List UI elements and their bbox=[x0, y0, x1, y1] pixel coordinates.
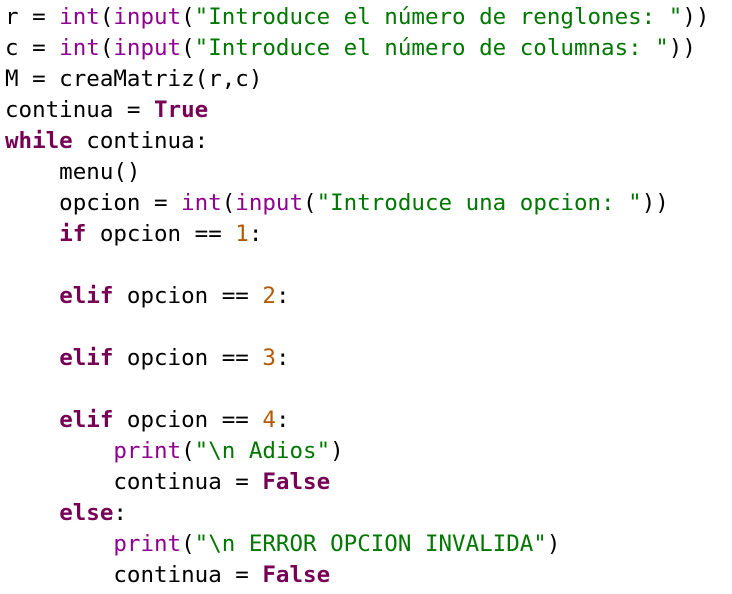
code-text-token: ) bbox=[330, 438, 344, 464]
code-text-token: ( bbox=[221, 190, 236, 216]
number-literal-token: 2 bbox=[262, 283, 276, 309]
code-editor[interactable]: r = int(input("Introduce el número de re… bbox=[0, 0, 732, 594]
number-literal-token: 1 bbox=[235, 221, 249, 247]
code-line: opcion = int(input("Introduce una opcion… bbox=[5, 188, 732, 219]
keyword-token: False bbox=[262, 562, 331, 588]
code-text-token: : bbox=[113, 500, 127, 526]
code-text-token: ( bbox=[181, 531, 195, 557]
code-line: continua = False bbox=[5, 467, 732, 498]
code-text-token: continua = bbox=[5, 97, 155, 123]
code-text-token: continua = bbox=[5, 469, 263, 495]
builtin-token: print bbox=[113, 531, 182, 557]
number-literal-token: 3 bbox=[262, 345, 276, 371]
code-text-token: M = creaMatriz(r,c) bbox=[5, 66, 263, 92]
code-text-token: ( bbox=[303, 190, 317, 216]
builtin-token: input bbox=[235, 190, 304, 216]
code-text-token: ( bbox=[181, 4, 195, 30]
keyword-token: elif bbox=[59, 283, 114, 309]
code-text-token: ( bbox=[99, 35, 114, 61]
code-line: while continua: bbox=[5, 126, 732, 157]
code-text-token: ( bbox=[99, 4, 114, 30]
code-text-token: ( bbox=[181, 35, 195, 61]
builtin-token: int bbox=[59, 35, 100, 61]
code-line: continua = False bbox=[5, 560, 732, 591]
code-text-token: ( bbox=[181, 438, 195, 464]
code-text-token: opcion == bbox=[113, 407, 263, 433]
string-literal-token: "\n ERROR OPCION INVALIDA" bbox=[194, 531, 547, 557]
code-text-token: opcion = bbox=[5, 190, 182, 216]
string-literal-token: "\n Adios" bbox=[194, 438, 331, 464]
code-line: M = creaMatriz(r,c) bbox=[5, 64, 732, 95]
builtin-token: input bbox=[113, 35, 182, 61]
code-text-token: : bbox=[275, 345, 290, 371]
code-text-token: menu() bbox=[5, 159, 141, 185]
string-literal-token: "Introduce una opcion: " bbox=[316, 190, 642, 216]
string-literal-token: "Introduce el número de renglones: " bbox=[194, 4, 683, 30]
code-text-token: )) bbox=[641, 190, 669, 216]
keyword-token: elif bbox=[59, 345, 114, 371]
code-line: menu() bbox=[5, 157, 732, 188]
code-text-token: : bbox=[275, 283, 290, 309]
code-text-token: opcion == bbox=[86, 221, 236, 247]
code-text-token: )) bbox=[668, 35, 696, 61]
code-line: elif opcion == 2: bbox=[5, 281, 732, 312]
code-text-token: opcion == bbox=[113, 345, 263, 371]
builtin-token: int bbox=[181, 190, 222, 216]
number-literal-token: 4 bbox=[262, 407, 276, 433]
keyword-token: True bbox=[154, 97, 209, 123]
code-line: continua = True bbox=[5, 95, 732, 126]
keyword-token: while bbox=[5, 128, 73, 154]
keyword-token: elif bbox=[59, 407, 114, 433]
code-text-token: c = bbox=[5, 35, 60, 61]
keyword-token: if bbox=[59, 221, 87, 247]
code-line: if opcion == 1: bbox=[5, 219, 732, 250]
keyword-token: else bbox=[59, 500, 114, 526]
code-line: print("\n ERROR OPCION INVALIDA") bbox=[5, 529, 732, 560]
builtin-token: print bbox=[113, 438, 182, 464]
code-line: elif opcion == 4: bbox=[5, 405, 732, 436]
code-line: elif opcion == 3: bbox=[5, 343, 732, 374]
code-line: r = int(input("Introduce el número de re… bbox=[5, 2, 732, 33]
code-line: c = int(input("Introduce el número de co… bbox=[5, 33, 732, 64]
code-text-token: continua = bbox=[5, 562, 263, 588]
code-text-token: : bbox=[248, 221, 263, 247]
builtin-token: int bbox=[59, 4, 100, 30]
code-line: print("\n Adios") bbox=[5, 436, 732, 467]
code-text-token: opcion == bbox=[113, 283, 263, 309]
builtin-token: input bbox=[113, 4, 182, 30]
code-text-token: )) bbox=[682, 4, 710, 30]
code-text-token: : bbox=[275, 407, 290, 433]
code-text-token: ) bbox=[546, 531, 561, 557]
code-line: else: bbox=[5, 498, 732, 529]
string-literal-token: "Introduce el número de columnas: " bbox=[194, 35, 669, 61]
keyword-token: False bbox=[262, 469, 331, 495]
code-text-token: continua: bbox=[72, 128, 209, 154]
code-text-token: r = bbox=[5, 4, 60, 30]
